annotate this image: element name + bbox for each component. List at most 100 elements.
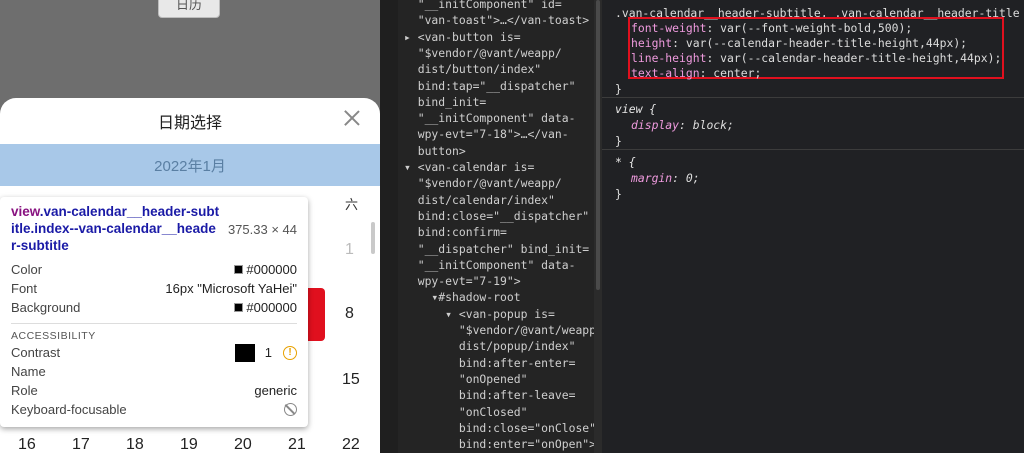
row-label: Keyboard-focusable (11, 402, 127, 417)
css-value: block; (692, 118, 734, 132)
rule-separator (602, 149, 1024, 150)
close-icon[interactable] (342, 108, 362, 128)
dom-tree-line[interactable]: "onOpened" (404, 371, 528, 387)
calendar-day[interactable]: 8 (345, 305, 354, 323)
calendar-day[interactable]: 17 (72, 436, 90, 453)
dom-tree-line[interactable]: "__initComponent" data- (404, 110, 576, 126)
calendar-day[interactable]: 22 (342, 436, 360, 453)
css-property: display (631, 118, 680, 132)
row-value: 16px "Microsoft YaHei" (165, 281, 297, 296)
calendar-day[interactable]: 15 (342, 371, 360, 389)
css-property: font-weight (631, 21, 707, 35)
css-value: var(--calendar-header-title-height,44px)… (685, 36, 968, 50)
css-declaration[interactable]: display: block; (631, 118, 734, 132)
css-declaration[interactable]: font-weight: var(--font-weight-bold,500)… (631, 21, 912, 35)
dom-tree-line[interactable]: ▾ <van-popup is= (404, 306, 555, 322)
css-property: line-height (631, 51, 707, 65)
dom-tree-line[interactable]: "__initComponent" data- (404, 257, 576, 273)
inspect-tooltip: view.van-calendar__header-subtitle.index… (0, 197, 308, 427)
elements-scrollbar-thumb[interactable] (596, 0, 600, 290)
css-declaration[interactable]: line-height: var(--calendar-header-title… (631, 51, 1001, 65)
dom-tree-line[interactable]: "__dispatcher" bind_init= (404, 241, 589, 257)
dom-tree-line[interactable]: "onClosed" (404, 404, 528, 420)
tooltip-row-color: Color #000000 (11, 260, 297, 279)
dom-tree-line[interactable]: bind_init= (404, 94, 487, 110)
dom-tree-line[interactable]: bind:tap="__dispatcher" (404, 78, 576, 94)
calendar-month-subtitle: 2022年1月 (0, 144, 380, 186)
not-focusable-icon (284, 403, 297, 416)
dom-tree-line[interactable]: "$vendor/@vant/weapp/ (404, 322, 594, 338)
devtools-screen: 日历 日期选择 2022年1月 六 1 8 15 16 17 18 19 20 … (0, 0, 1024, 453)
tooltip-size: 375.33 × 44 (227, 222, 297, 237)
calendar-open-button[interactable]: 日历 (158, 0, 220, 18)
dom-tree-line[interactable]: "$vendor/@vant/weapp/ (404, 45, 562, 61)
calendar-day[interactable]: 21 (288, 436, 306, 453)
dom-tree-line[interactable]: bind:after-enter= (404, 355, 576, 371)
dom-tree-line[interactable]: "__initComponent" id= (404, 0, 562, 12)
dom-tree-line[interactable]: wpy-evt="7-19"> (404, 273, 521, 289)
rule-close-brace: } (615, 82, 622, 96)
calendar-scrollbar[interactable] (371, 222, 375, 254)
row-value: 1 (264, 345, 272, 360)
dom-tree-line[interactable]: dist/calendar/index" (404, 192, 555, 208)
css-declaration[interactable]: text-align: center; (631, 66, 761, 80)
dom-tree-line[interactable]: bind:confirm= (404, 224, 507, 240)
css-value: var(--calendar-header-title-height,44px)… (720, 51, 1002, 65)
dom-tree-line[interactable]: bind:after-leave= (404, 387, 576, 403)
weekday-saturday: 六 (345, 197, 359, 212)
rule-selector[interactable]: * { (615, 155, 636, 169)
styles-panel: .van-calendar__header-subtitle, .van-cal… (602, 0, 1024, 453)
css-value: center; (713, 66, 762, 80)
row-label: Name (11, 364, 46, 379)
rule-selector[interactable]: view { (615, 102, 656, 116)
row-label: Role (11, 383, 38, 398)
row-label: Color (11, 262, 43, 277)
calendar-title: 日期选择 (157, 115, 222, 132)
dom-tree-line[interactable]: button> (404, 143, 466, 159)
calendar-day[interactable]: 19 (180, 436, 198, 453)
row-value: #000000 (246, 300, 297, 315)
panel-divider[interactable] (380, 0, 398, 453)
dom-tree-line[interactable]: "$vendor/@vant/weapp/ (404, 175, 562, 191)
warning-icon: ! (283, 345, 297, 360)
dom-tree-line[interactable]: bind:enter="onOpen"> (404, 436, 594, 452)
css-property: margin (631, 171, 673, 185)
calendar-day[interactable]: 18 (126, 436, 144, 453)
calendar-day[interactable]: 1 (345, 241, 354, 259)
selector-tag: view (11, 204, 40, 219)
selector-class: .van-calendar__header-subtitle.index--va… (11, 204, 220, 253)
dom-tree-line[interactable]: wpy-evt="7-18">…</van- (404, 126, 569, 142)
dom-tree-line[interactable]: bind:close="__dispatcher" (404, 208, 589, 224)
tooltip-selector: view.van-calendar__header-subtitle.index… (11, 203, 221, 254)
tooltip-row-background: Background #000000 (11, 298, 297, 317)
css-property: height (631, 36, 673, 50)
dom-tree-line[interactable]: ▾ <van-calendar is= (404, 159, 534, 175)
css-declaration[interactable]: height: var(--calendar-header-title-heig… (631, 36, 967, 50)
mobile-preview: 日历 日期选择 2022年1月 六 1 8 15 16 17 18 19 20 … (0, 0, 380, 453)
rule-close-brace: } (615, 134, 622, 148)
row-value: #000000 (246, 262, 297, 277)
tooltip-row-role: Role generic (11, 381, 297, 400)
css-value: 0; (685, 171, 700, 185)
calendar-day[interactable]: 16 (18, 436, 36, 453)
color-swatch (234, 265, 244, 274)
dom-tree-line[interactable]: dist/button/index" (404, 61, 541, 77)
color-swatch (234, 303, 244, 312)
tooltip-row-font: Font 16px "Microsoft YaHei" (11, 279, 297, 298)
contrast-swatch (234, 343, 255, 362)
elements-panel: "__initComponent" id= "van-toast">…</van… (398, 0, 594, 453)
tooltip-row-name: Name (11, 362, 297, 381)
dom-tree-line[interactable]: ▸ <van-button is= (404, 29, 521, 45)
tooltip-row-contrast: Contrast 1! (11, 343, 297, 362)
row-label: Contrast (11, 345, 61, 360)
row-value: generic (254, 383, 297, 398)
dom-tree-line[interactable]: bind:close="onClose" (404, 420, 594, 436)
row-label: Background (11, 300, 81, 315)
rule-separator (602, 97, 1024, 98)
row-label: Font (11, 281, 38, 296)
dom-tree-line[interactable]: "van-toast">…</van-toast> (404, 12, 589, 28)
dom-tree-line[interactable]: ▾#shadow-root (404, 289, 520, 305)
css-declaration[interactable]: margin: 0; (631, 171, 700, 185)
dom-tree-line[interactable]: dist/popup/index" (404, 338, 576, 354)
calendar-day[interactable]: 20 (234, 436, 252, 453)
